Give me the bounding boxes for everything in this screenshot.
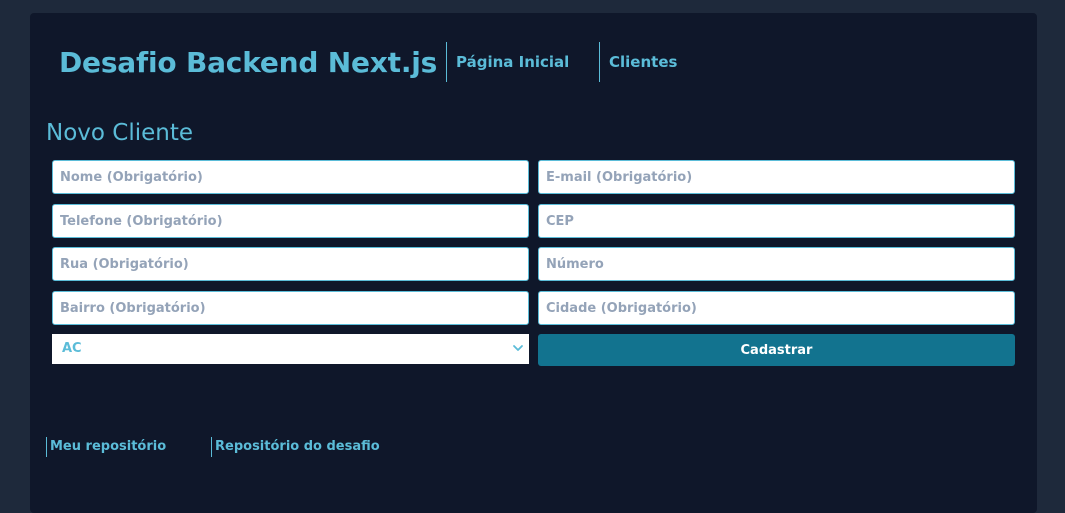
brand-title: Desafio Backend Next.js	[59, 46, 438, 79]
cep-field[interactable]	[538, 204, 1015, 238]
nav-link-clients[interactable]: Clientes	[599, 42, 677, 82]
submit-button[interactable]: Cadastrar	[538, 334, 1015, 366]
street-field[interactable]	[52, 247, 529, 281]
phone-field[interactable]	[52, 204, 529, 238]
state-select[interactable]: AC	[52, 334, 529, 364]
footer-link-challenge-repo[interactable]: Repositório do desafio	[211, 437, 380, 457]
city-field[interactable]	[538, 291, 1015, 325]
email-field[interactable]	[538, 160, 1015, 194]
number-field[interactable]	[538, 247, 1015, 281]
neighborhood-field[interactable]	[52, 291, 529, 325]
chevron-down-icon	[513, 345, 523, 351]
nav-link-home[interactable]: Página Inicial	[446, 42, 569, 82]
main-card: Desafio Backend Next.js Página Inicial C…	[30, 13, 1037, 513]
form-title: Novo Cliente	[46, 120, 194, 146]
footer-link-my-repo[interactable]: Meu repositório	[46, 437, 166, 457]
state-select-value: AC	[62, 341, 82, 356]
name-field[interactable]	[52, 160, 529, 194]
